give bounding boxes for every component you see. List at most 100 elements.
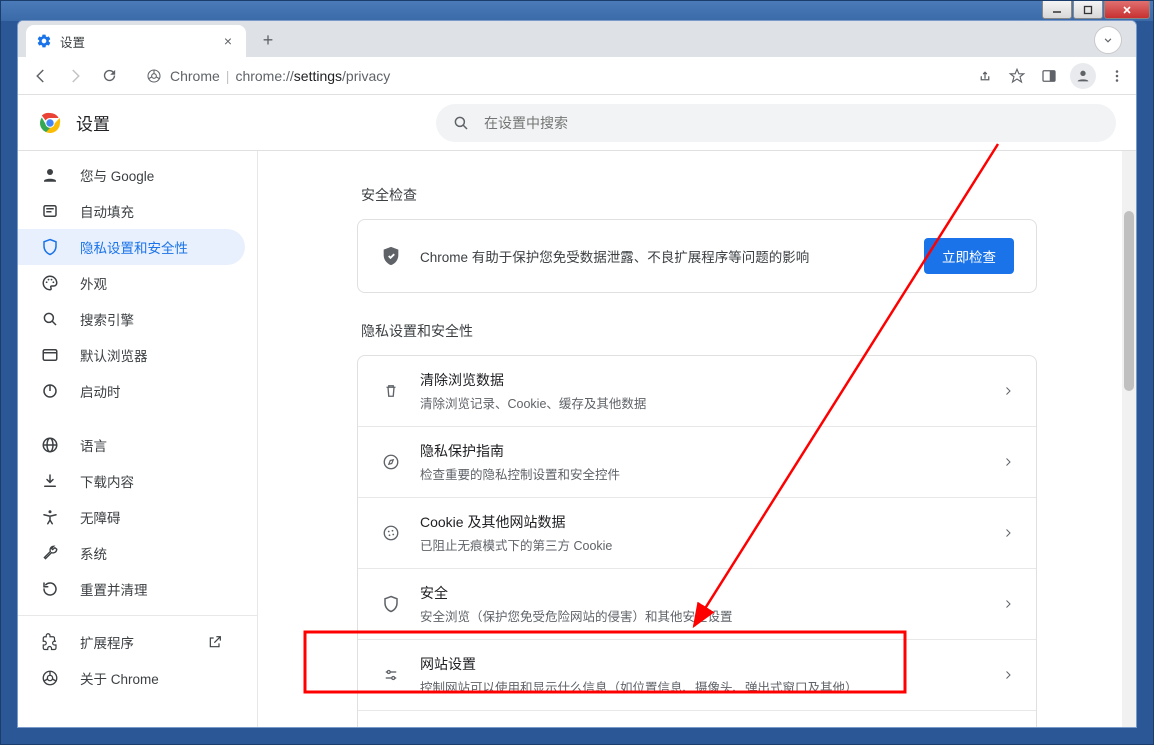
row-desc: 清除浏览记录、Cookie、缓存及其他数据 <box>420 393 1002 412</box>
window-frame: 设置 × + Chrome | chrome://settings/priva <box>0 0 1154 745</box>
privacy-row-flask[interactable]: 隐私沙盒试用版功能已开启 <box>358 710 1036 727</box>
forward-button[interactable] <box>60 61 90 91</box>
content-scrollbar[interactable] <box>1122 151 1136 727</box>
sidebar-item-search[interactable]: 搜索引擎 <box>18 301 245 337</box>
side-panel-icon[interactable] <box>1038 65 1060 87</box>
trash-icon <box>380 380 402 402</box>
row-desc: 控制网站可以使用和显示什么信息（如位置信息、摄像头、弹出式窗口及其他） <box>420 677 1002 696</box>
privacy-row-cookie[interactable]: Cookie 及其他网站数据已阻止无痕模式下的第三方 Cookie <box>358 497 1036 568</box>
sidebar-item-label: 隐私设置和安全性 <box>80 237 188 257</box>
browser-icon <box>40 345 60 365</box>
power-icon <box>40 381 60 401</box>
chrome-icon <box>40 668 60 688</box>
address-bar[interactable]: Chrome | chrome://settings/privacy <box>136 61 954 91</box>
shield-check-icon <box>380 245 402 267</box>
sidebar-item-accessibility[interactable]: 无障碍 <box>18 499 245 535</box>
browser-tab-settings[interactable]: 设置 × <box>26 25 246 57</box>
tab-close-button[interactable]: × <box>220 33 236 49</box>
sidebar-item-label: 系统 <box>80 543 107 563</box>
window-maximize-button[interactable] <box>1073 1 1103 19</box>
content-area: 设置 您与 Google自动填充隐私设置和安全性外观搜索引擎默认浏览器启动时 语… <box>18 95 1136 727</box>
sidebar-item-label: 自动填充 <box>80 201 134 221</box>
reset-icon <box>40 579 60 599</box>
new-tab-button[interactable]: + <box>254 26 282 54</box>
scrollbar-thumb[interactable] <box>1124 211 1134 391</box>
bookmark-star-icon[interactable] <box>1006 65 1028 87</box>
search-icon <box>40 309 60 329</box>
check-now-button[interactable]: 立即检查 <box>924 238 1014 274</box>
settings-header: 设置 <box>18 95 1136 151</box>
profile-avatar[interactable] <box>1070 63 1096 89</box>
sidebar-item-wrench[interactable]: 系统 <box>18 535 245 571</box>
row-title: 隐私保护指南 <box>420 441 1002 461</box>
privacy-section-title: 隐私设置和安全性 <box>361 321 1037 341</box>
search-settings-input[interactable] <box>484 115 1100 131</box>
url-path-tail: /privacy <box>342 68 390 84</box>
search-icon <box>452 114 470 132</box>
download-icon <box>40 471 60 491</box>
person-icon <box>40 165 60 185</box>
sidebar-item-label: 下载内容 <box>80 471 134 491</box>
window-minimize-button[interactable] <box>1042 1 1072 19</box>
sidebar-item-power[interactable]: 启动时 <box>18 373 245 409</box>
row-title: Cookie 及其他网站数据 <box>420 512 1002 532</box>
search-settings-box[interactable] <box>436 104 1116 142</box>
sliders-icon <box>380 664 402 686</box>
sidebar-item-download[interactable]: 下载内容 <box>18 463 245 499</box>
tab-title: 设置 <box>60 32 85 51</box>
sidebar-item-label: 外观 <box>80 273 107 293</box>
sidebar-item-globe[interactable]: 语言 <box>18 427 245 463</box>
compass-icon <box>380 451 402 473</box>
chevron-right-icon <box>1002 669 1014 681</box>
url-path-bold: settings <box>294 68 342 84</box>
sidebar-item-reset[interactable]: 重置并清理 <box>18 571 245 607</box>
window-close-button[interactable] <box>1104 1 1150 19</box>
row-title: 隐私沙盒 <box>420 725 998 727</box>
safety-section-title: 安全检查 <box>361 185 1037 205</box>
row-desc: 已阻止无痕模式下的第三方 Cookie <box>420 535 1002 554</box>
autofill-icon <box>40 201 60 221</box>
chrome-icon <box>146 68 162 84</box>
shield-icon <box>40 237 60 257</box>
sidebar-item-autofill[interactable]: 自动填充 <box>18 193 245 229</box>
sidebar-item-label: 重置并清理 <box>80 579 148 599</box>
safety-check-section: 安全检查 Chrome 有助于保护您免受数据泄露、不良扩展程序等问题的影响 立即… <box>357 185 1037 293</box>
sidebar-item-label: 搜索引擎 <box>80 309 134 329</box>
extension-icon <box>40 632 60 652</box>
kebab-menu-icon[interactable] <box>1106 65 1128 87</box>
sidebar-item-palette[interactable]: 外观 <box>18 265 245 301</box>
sidebar-item-label: 您与 Google <box>80 165 154 185</box>
sidebar-item-label: 扩展程序 <box>80 632 134 652</box>
chrome-logo-icon <box>38 111 62 135</box>
browser-toolbar: Chrome | chrome://settings/privacy <box>18 57 1136 95</box>
privacy-row-trash[interactable]: 清除浏览数据清除浏览记录、Cookie、缓存及其他数据 <box>358 356 1036 426</box>
url-host: Chrome <box>170 68 220 84</box>
wrench-icon <box>40 543 60 563</box>
reload-button[interactable] <box>94 61 124 91</box>
cookie-icon <box>380 522 402 544</box>
sidebar-item-label: 关于 Chrome <box>80 668 159 688</box>
privacy-row-shield[interactable]: 安全安全浏览（保护您免受危险网站的侵害）和其他安全设置 <box>358 568 1036 639</box>
os-titlebar <box>1 1 1153 21</box>
chevron-right-icon <box>1002 456 1014 468</box>
url-scheme: chrome:// <box>235 68 293 84</box>
sidebar-item-shield[interactable]: 隐私设置和安全性 <box>18 229 245 265</box>
tab-list-button[interactable] <box>1094 26 1122 54</box>
sidebar-item-extension[interactable]: 扩展程序 <box>18 624 245 660</box>
privacy-row-sliders[interactable]: 网站设置控制网站可以使用和显示什么信息（如位置信息、摄像头、弹出式窗口及其他） <box>358 639 1036 710</box>
sidebar-item-label: 默认浏览器 <box>80 345 148 365</box>
privacy-section: 隐私设置和安全性 清除浏览数据清除浏览记录、Cookie、缓存及其他数据隐私保护… <box>357 321 1037 727</box>
sidebar-item-person[interactable]: 您与 Google <box>18 157 245 193</box>
share-icon[interactable] <box>974 65 996 87</box>
chevron-right-icon <box>1002 598 1014 610</box>
external-link-icon <box>207 634 223 650</box>
privacy-row-compass[interactable]: 隐私保护指南检查重要的隐私控制设置和安全控件 <box>358 426 1036 497</box>
back-button[interactable] <box>26 61 56 91</box>
sidebar-item-chrome[interactable]: 关于 Chrome <box>18 660 245 696</box>
sidebar-item-label: 无障碍 <box>80 507 121 527</box>
sidebar-item-browser[interactable]: 默认浏览器 <box>18 337 245 373</box>
safety-text: Chrome 有助于保护您免受数据泄露、不良扩展程序等问题的影响 <box>420 246 924 266</box>
page-title: 设置 <box>76 110 110 135</box>
settings-main: 安全检查 Chrome 有助于保护您免受数据泄露、不良扩展程序等问题的影响 立即… <box>258 95 1136 727</box>
url-separator: | <box>226 68 230 84</box>
